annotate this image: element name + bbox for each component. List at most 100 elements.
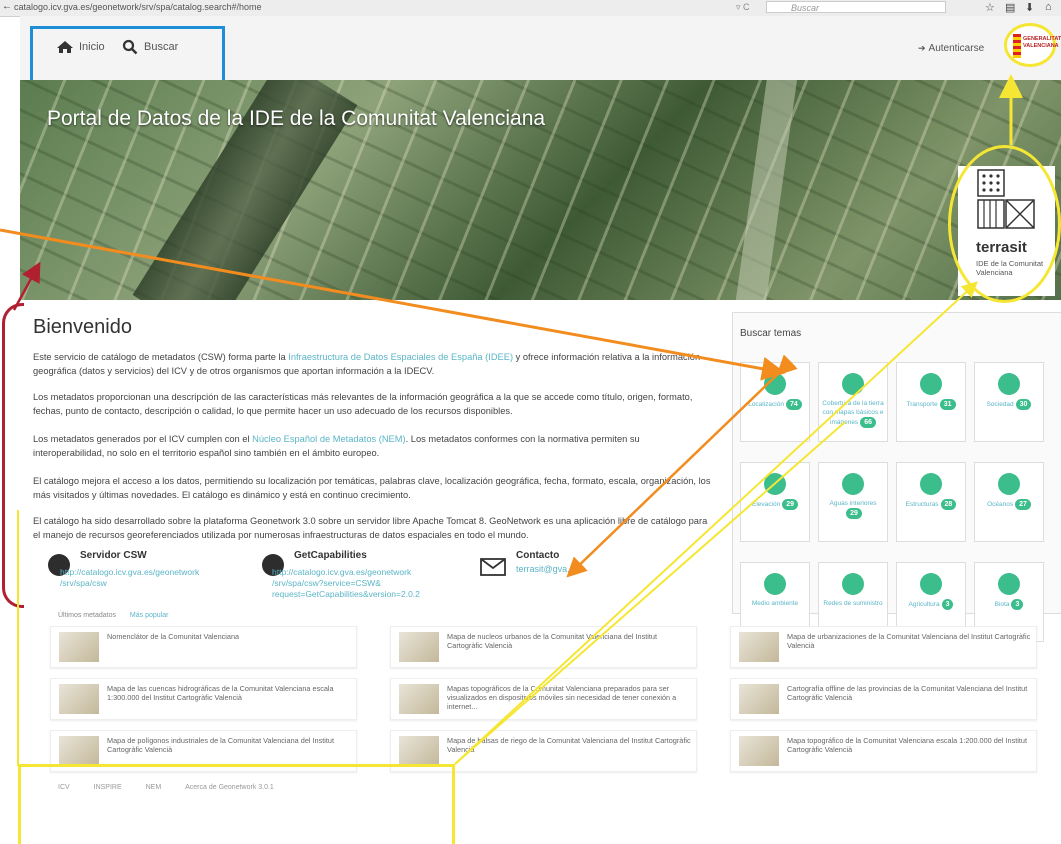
record-card[interactable]: Mapa topográfico de la Comunitat Valenci… bbox=[730, 730, 1037, 772]
browser-search-input[interactable]: Buscar bbox=[766, 1, 946, 13]
record-thumbnail bbox=[399, 736, 439, 766]
topic-count-badge: 74 bbox=[785, 399, 802, 410]
topic-label-text: Medio ambiente bbox=[751, 600, 799, 607]
truck-icon bbox=[920, 373, 942, 395]
topic-tile[interactable]: Océanos 27 bbox=[974, 462, 1044, 542]
topic-tile[interactable]: Localización 74 bbox=[740, 362, 810, 442]
record-title: Mapa de polígonos industriales de la Com… bbox=[107, 736, 335, 754]
record-title: Mapas topográficos de la Comunitat Valen… bbox=[447, 684, 677, 711]
topic-label-text: Océanos bbox=[987, 501, 1014, 508]
annotation-blue-box bbox=[30, 26, 225, 86]
topic-tile[interactable]: Sociedad 30 bbox=[974, 362, 1044, 442]
record-tabs: Últimos metadatos Más popular bbox=[58, 612, 168, 619]
building-icon bbox=[920, 473, 942, 495]
record-thumbnail bbox=[59, 632, 99, 662]
topic-label: Cobertura de la tierra con mapas básicos… bbox=[819, 399, 887, 428]
record-thumbnail bbox=[739, 736, 779, 766]
csw-title: Servidor CSW bbox=[80, 550, 147, 561]
topic-label: Estructuras 28 bbox=[897, 499, 965, 510]
address-bar[interactable]: catalogo.icv.gva.es/geonetwork/srv/spa/c… bbox=[14, 2, 261, 12]
login-link[interactable]: ➔ Autenticarse bbox=[918, 43, 984, 54]
annotation-yellow-box bbox=[18, 764, 455, 844]
logo-text: GENERALITAT VALENCIANA bbox=[1023, 36, 1061, 49]
welcome-paragraph-5: El catálogo ha sido desarrollado sobre l… bbox=[33, 516, 708, 540]
phone-icon bbox=[842, 573, 864, 595]
topic-label: Aguas interiores29 bbox=[819, 499, 887, 519]
getcapabilities-link[interactable]: http://catalogo.icv.gva.es/geonetwork /s… bbox=[272, 567, 452, 600]
topic-count-badge: 66 bbox=[860, 417, 876, 428]
topic-tile[interactable]: Cobertura de la tierra con mapas básicos… bbox=[818, 362, 888, 442]
topic-label: Agricultura 3 bbox=[897, 599, 965, 610]
welcome-paragraph-4: El catálogo mejora el acceso a los datos… bbox=[33, 476, 711, 500]
comments-icon bbox=[998, 373, 1020, 395]
record-thumbnail bbox=[59, 736, 99, 766]
topic-tile[interactable]: Transporte 31 bbox=[896, 362, 966, 442]
record-title: Cartografía offline de las provincias de… bbox=[787, 684, 1028, 702]
record-card[interactable]: Mapa de nucleos urbanos de la Comunitat … bbox=[390, 626, 697, 668]
getcapabilities-title: GetCapabilities bbox=[294, 550, 367, 561]
leaf-icon bbox=[998, 573, 1020, 595]
tree-icon bbox=[764, 573, 786, 595]
nem-link[interactable]: Núcleo Español de Metadatos (NEM) bbox=[252, 434, 405, 444]
record-thumbnail bbox=[739, 684, 779, 714]
record-title: Nomenclátor de la Comunitat Valenciana bbox=[107, 632, 240, 641]
browser-toolbar: ← catalogo.icv.gva.es/geonetwork/srv/spa… bbox=[0, 0, 1061, 17]
topic-label: Localización 74 bbox=[741, 399, 809, 410]
topics-title: Buscar temas bbox=[740, 328, 802, 339]
topic-count-badge: 30 bbox=[1015, 399, 1032, 410]
bookmark-star-icon[interactable]: ☆ bbox=[985, 1, 995, 14]
topic-tile[interactable]: Estructuras 28 bbox=[896, 462, 966, 542]
record-card[interactable]: Mapa de urbanizaciones de la Comunitat V… bbox=[730, 626, 1037, 668]
flag-icon bbox=[764, 473, 786, 495]
topic-label-text: Aguas interiores bbox=[829, 500, 877, 507]
idee-link[interactable]: Infraestructura de Datos Espaciales de E… bbox=[288, 352, 513, 362]
topic-label-text: Estructuras bbox=[905, 501, 939, 508]
record-card[interactable]: Cartografía offline de las provincias de… bbox=[730, 678, 1037, 720]
topic-label: Elevación 29 bbox=[741, 499, 809, 510]
p1-text-a: Este servicio de catálogo de metadatos (… bbox=[33, 352, 289, 362]
topic-count-badge: 3 bbox=[941, 599, 954, 610]
topic-count-badge: 29 bbox=[782, 499, 798, 510]
reading-list-icon[interactable]: ▤ bbox=[1005, 1, 1015, 14]
home-browser-icon[interactable]: ⌂ bbox=[1045, 1, 1052, 13]
contact-title: Contacto bbox=[516, 550, 560, 561]
welcome-paragraph-3: Los metadatos generados por el ICV cumpl… bbox=[33, 432, 713, 460]
anchor-icon bbox=[998, 473, 1020, 495]
topic-tile[interactable]: Aguas interiores29 bbox=[818, 462, 888, 542]
generalitat-logo[interactable]: GENERALITAT VALENCIANA bbox=[1004, 23, 1061, 67]
topic-label: Océanos 27 bbox=[975, 499, 1043, 510]
welcome-paragraph-2: Los metadatos proporcionan una descripci… bbox=[33, 392, 693, 416]
reload-icon[interactable]: ▿ C bbox=[736, 2, 750, 13]
tab-popular[interactable]: Más popular bbox=[130, 612, 169, 619]
sign-in-icon: ➔ bbox=[918, 43, 926, 53]
hero-banner: Portal de Datos de la IDE de la Comunita… bbox=[20, 80, 1061, 300]
topic-count-badge: 27 bbox=[1015, 499, 1031, 510]
topic-label-text: Sociedad bbox=[986, 401, 1014, 408]
record-card[interactable]: Nomenclátor de la Comunitat Valenciana bbox=[50, 626, 357, 668]
record-title: Mapa de nucleos urbanos de la Comunitat … bbox=[447, 632, 657, 650]
record-card[interactable]: Mapas topográficos de la Comunitat Valen… bbox=[390, 678, 697, 720]
topic-label-text: Agricultura bbox=[908, 601, 940, 608]
topics-grid: Localización 74 Cobertura de la tierra con… bbox=[740, 362, 1060, 642]
record-title: Mapa de las cuencas hidrográficas de la … bbox=[107, 684, 334, 702]
drop-icon bbox=[842, 473, 864, 495]
hero-canal-decoration bbox=[730, 80, 800, 300]
topic-label-text: Transporte bbox=[906, 401, 938, 408]
map-marker-icon bbox=[764, 373, 786, 395]
topic-label: Transporte 31 bbox=[897, 399, 965, 410]
topic-count-badge: 31 bbox=[939, 399, 956, 410]
contact-email-link[interactable]: terrasit@gva.es bbox=[516, 564, 579, 575]
leaf-outline-icon bbox=[920, 573, 942, 595]
tab-latest[interactable]: Últimos metadatos bbox=[58, 612, 116, 619]
download-icon[interactable]: ⬇ bbox=[1025, 1, 1034, 14]
records-grid: Nomenclátor de la Comunitat Valenciana Ma… bbox=[50, 626, 1050, 776]
back-arrow-icon[interactable]: ← bbox=[2, 1, 12, 12]
topic-count-badge: 28 bbox=[940, 499, 957, 510]
topic-tile[interactable]: Elevación 29 bbox=[740, 462, 810, 542]
topic-count-badge: 29 bbox=[846, 508, 862, 519]
record-thumbnail bbox=[399, 632, 439, 662]
csw-link[interactable]: http://catalogo.icv.gva.es/geonetwork /s… bbox=[60, 567, 230, 589]
record-thumbnail bbox=[59, 684, 99, 714]
topic-label-text: Redes de suministro bbox=[823, 600, 883, 607]
record-card[interactable]: Mapa de las cuencas hidrográficas de la … bbox=[50, 678, 357, 720]
